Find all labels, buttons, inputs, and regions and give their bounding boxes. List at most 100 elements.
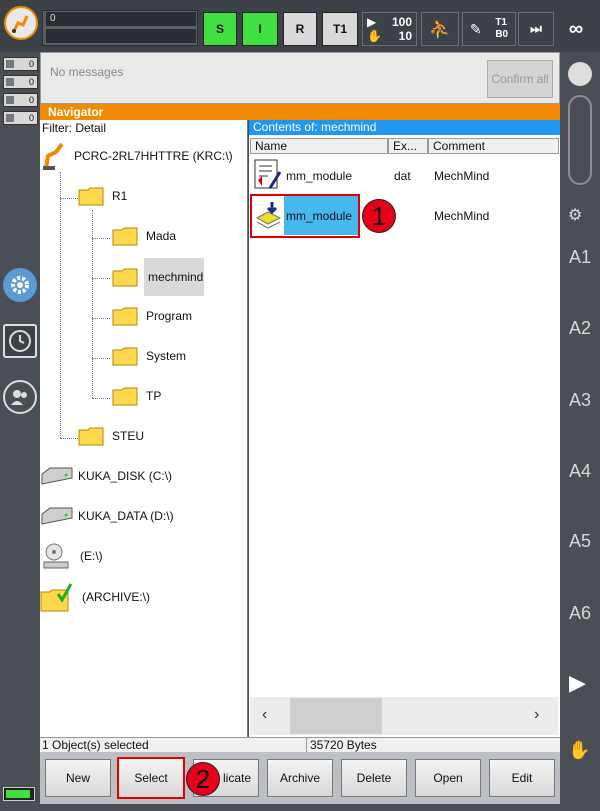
run-mode-icon[interactable]: ⏭ [518, 12, 554, 46]
folder-icon [112, 347, 138, 366]
folder-icon [78, 427, 104, 446]
tree-item-e-drive[interactable]: (E:\) [42, 542, 103, 570]
tree-label: PCRC-2RL7HHTTRE (KRC:\) [74, 149, 233, 163]
left-sidebar [0, 52, 40, 811]
battery-icon [3, 787, 35, 801]
gear-icon[interactable] [3, 268, 37, 302]
axis-a3-label[interactable]: A3 [560, 390, 600, 411]
tree-line [92, 398, 110, 399]
tree-item-program[interactable]: Program [112, 306, 192, 326]
robot-logo-icon[interactable] [4, 6, 38, 40]
status-divider [306, 737, 307, 752]
select-button[interactable]: Select [117, 757, 185, 799]
edit-button[interactable]: Edit [489, 759, 555, 797]
tree-line [92, 278, 110, 279]
jog-override: 10 [398, 29, 412, 43]
program-override: 100 [391, 15, 412, 29]
clock-icon[interactable] [3, 324, 37, 358]
tree-item-kuka-data[interactable]: KUKA_DATA (D:\) [40, 506, 174, 526]
ack-message-count[interactable]: 0 [3, 57, 38, 71]
navigator-title: Navigator [40, 104, 560, 120]
callout-badge-2: 2 [186, 762, 220, 796]
tree-item-kuka-disk[interactable]: KUKA_DISK (C:\) [40, 466, 172, 486]
tree-item-steu[interactable]: STEU [78, 426, 144, 446]
drives-button[interactable]: I [242, 12, 278, 46]
confirm-all-button[interactable]: Confirm all [487, 60, 553, 98]
folder-icon [112, 387, 138, 406]
axis-a5-label[interactable]: A5 [560, 531, 600, 552]
selected-count: 1 Object(s) selected [42, 738, 149, 752]
filter-label[interactable]: Filter: Detail [42, 121, 106, 135]
operating-mode-button[interactable]: T1 [322, 12, 358, 46]
user-group-icon[interactable] [3, 380, 37, 414]
hard-drive-icon [41, 507, 73, 525]
file-ext: dat [394, 169, 411, 183]
file-comment: MechMind [434, 169, 490, 183]
submit-interpreter-button[interactable]: S [203, 12, 237, 46]
column-header-comment[interactable]: Comment [428, 138, 559, 154]
tree-item-mada[interactable]: Mada [112, 226, 176, 246]
archive-folder-icon [40, 583, 72, 612]
callout-badge-1: 1 [362, 199, 396, 233]
tree-line [60, 198, 78, 199]
tree-line [60, 172, 61, 438]
file-row-selected[interactable]: mm_module rc MechMind [250, 194, 558, 238]
file-comment: MechMind [434, 209, 490, 223]
hard-drive-icon [41, 467, 73, 485]
tree-item-mechmind[interactable]: mechmind [112, 258, 204, 296]
column-header-ext[interactable]: Ex... [388, 138, 428, 154]
play-icon: ▶ [367, 15, 377, 29]
scroll-right-icon[interactable]: › [534, 706, 539, 724]
ack-icon [6, 60, 14, 68]
jog-mode-selector[interactable] [568, 95, 592, 185]
tool-icon: ✎ [469, 20, 482, 37]
tree-item-tp[interactable]: TP [112, 386, 161, 406]
tree-item-system[interactable]: System [112, 346, 186, 366]
globe-icon[interactable] [568, 62, 592, 86]
tool-base-button[interactable]: ✎ T1 B0 [462, 12, 516, 46]
info-icon [6, 96, 14, 104]
tree-item-root[interactable]: PCRC-2RL7HHTTRE (KRC:\) [42, 142, 233, 170]
file-row[interactable]: mm_module dat MechMind [250, 158, 558, 192]
highlight-box-1 [250, 194, 360, 238]
contents-title: Contents of: mechmind [249, 120, 560, 135]
tree-line [60, 438, 78, 439]
incremental-jog-button[interactable]: ∞ [556, 12, 596, 46]
folder-icon [78, 187, 104, 206]
tree-item-archive[interactable]: (ARCHIVE:\) [40, 582, 150, 612]
dialog-icon [6, 114, 14, 122]
axis-a6-label[interactable]: A6 [560, 603, 600, 624]
dialog-message-count[interactable]: 0 [3, 111, 38, 125]
tree-item-r1[interactable]: R1 [78, 186, 127, 206]
jog-hand-icon: ✋ [367, 29, 382, 43]
tree-line [92, 358, 110, 359]
axis-a1-label[interactable]: A1 [560, 247, 600, 268]
file-name: mm_module [286, 169, 353, 183]
new-button[interactable]: New [45, 759, 111, 797]
jog-tool-icon[interactable]: ⚙ [568, 205, 582, 225]
delete-button[interactable]: Delete [341, 759, 407, 797]
status-number: 0 [46, 12, 196, 26]
scrollbar-thumb[interactable] [290, 698, 382, 734]
tree-line [92, 318, 110, 319]
axis-a4-label[interactable]: A4 [560, 461, 600, 482]
walking-man-icon[interactable]: ⛹ [421, 12, 459, 46]
robot-interpreter-button[interactable]: R [283, 12, 317, 46]
scroll-left-icon[interactable]: ‹ [262, 706, 267, 724]
info-message-count[interactable]: 0 [3, 93, 38, 107]
axis-a2-label[interactable]: A2 [560, 318, 600, 339]
open-button[interactable]: Open [415, 759, 481, 797]
column-header-name[interactable]: Name [250, 138, 388, 154]
tree-line [92, 238, 110, 239]
start-play-icon[interactable]: ▶ [569, 670, 586, 696]
status-line [46, 29, 196, 43]
override-button[interactable]: ▶ 100 ✋ 10 [362, 12, 417, 46]
robot-icon [43, 142, 64, 170]
jog-hand-icon[interactable]: ✋ [568, 740, 590, 761]
base-number: B0 [495, 29, 509, 40]
open-folder-icon [112, 268, 138, 287]
status-message-count[interactable]: 0 [3, 75, 38, 89]
archive-button[interactable]: Archive [267, 759, 333, 797]
no-messages-text: No messages [50, 65, 124, 79]
disc-drive-icon [43, 543, 69, 569]
